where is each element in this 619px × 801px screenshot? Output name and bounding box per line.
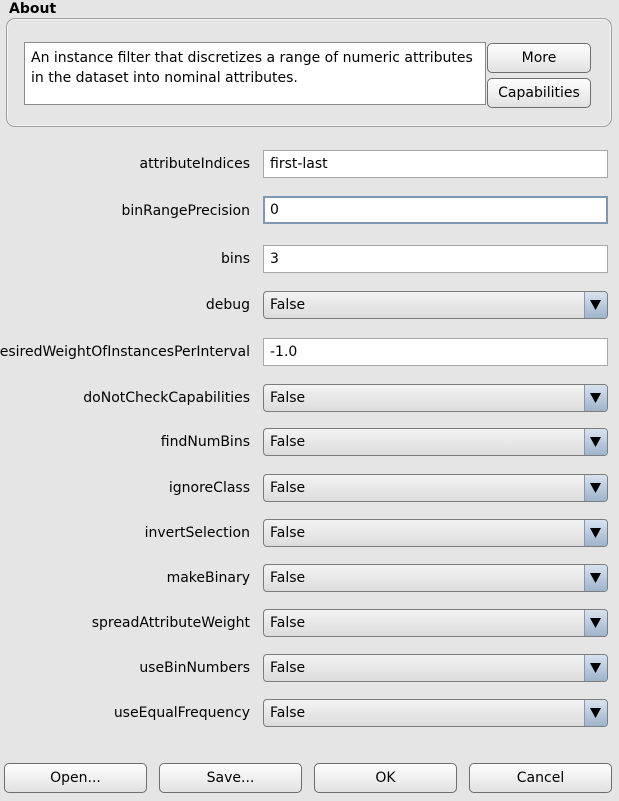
- chevron-down-icon[interactable]: [584, 292, 607, 318]
- debug-label: debug: [205, 297, 250, 313]
- ignoreClass-dropdown[interactable]: False: [263, 474, 608, 502]
- chevron-down-icon[interactable]: [584, 655, 607, 681]
- doNotCheckCapabilities-dropdown[interactable]: False: [263, 384, 608, 412]
- ignoreClass-value: False: [270, 480, 306, 496]
- debug-dropdown[interactable]: False: [263, 291, 608, 319]
- useEqualFrequency-dropdown[interactable]: False: [263, 699, 608, 727]
- bins-label: bins: [221, 251, 250, 267]
- useEqualFrequency-label: useEqualFrequency: [113, 705, 250, 721]
- chevron-down-icon[interactable]: [584, 385, 607, 411]
- chevron-down-icon[interactable]: [584, 520, 607, 546]
- capabilities-button[interactable]: Capabilities: [487, 78, 591, 108]
- about-description: An instance filter that discretizes a ra…: [24, 42, 486, 105]
- spreadAttributeWeight-dropdown[interactable]: False: [263, 609, 608, 637]
- useBinNumbers-dropdown[interactable]: False: [263, 654, 608, 682]
- makeBinary-dropdown[interactable]: False: [263, 564, 608, 592]
- spreadAttributeWeight-label: spreadAttributeWeight: [91, 615, 250, 631]
- open-button[interactable]: Open...: [4, 763, 147, 793]
- findNumBins-label: findNumBins: [160, 434, 250, 450]
- desiredWeight-label: desiredWeightOfInstancesPerInterval: [0, 344, 250, 360]
- about-title: About: [9, 1, 57, 17]
- doNotCheckCapabilities-label: doNotCheckCapabilities: [83, 390, 250, 406]
- useEqualFrequency-value: False: [270, 705, 306, 721]
- desiredWeight-field[interactable]: -1.0: [263, 338, 608, 366]
- invertSelection-label: invertSelection: [144, 525, 250, 541]
- binRangePrecision-field[interactable]: 0: [263, 196, 608, 224]
- generic-object-editor: About An instance filter that discretize…: [0, 0, 619, 801]
- chevron-down-icon[interactable]: [584, 610, 607, 636]
- debug-value: False: [270, 297, 306, 313]
- ok-button[interactable]: OK: [314, 763, 457, 793]
- more-button[interactable]: More: [487, 43, 591, 73]
- save-button[interactable]: Save...: [159, 763, 302, 793]
- cancel-button[interactable]: Cancel: [469, 763, 612, 793]
- chevron-down-icon[interactable]: [584, 565, 607, 591]
- bins-field[interactable]: 3: [263, 245, 608, 273]
- ignoreClass-label: ignoreClass: [168, 480, 250, 496]
- attributeIndices-label: attributeIndices: [139, 156, 250, 172]
- spreadAttributeWeight-value: False: [270, 615, 306, 631]
- findNumBins-value: False: [270, 434, 306, 450]
- chevron-down-icon[interactable]: [584, 475, 607, 501]
- invertSelection-value: False: [270, 525, 306, 541]
- makeBinary-label: makeBinary: [166, 570, 250, 586]
- invertSelection-dropdown[interactable]: False: [263, 519, 608, 547]
- useBinNumbers-value: False: [270, 660, 306, 676]
- binRangePrecision-label: binRangePrecision: [121, 203, 251, 219]
- chevron-down-icon[interactable]: [584, 700, 607, 726]
- attributeIndices-field[interactable]: first-last: [263, 150, 608, 178]
- doNotCheckCapabilities-value: False: [270, 390, 306, 406]
- makeBinary-value: False: [270, 570, 306, 586]
- chevron-down-icon[interactable]: [584, 429, 607, 455]
- findNumBins-dropdown[interactable]: False: [263, 428, 608, 456]
- useBinNumbers-label: useBinNumbers: [139, 660, 250, 676]
